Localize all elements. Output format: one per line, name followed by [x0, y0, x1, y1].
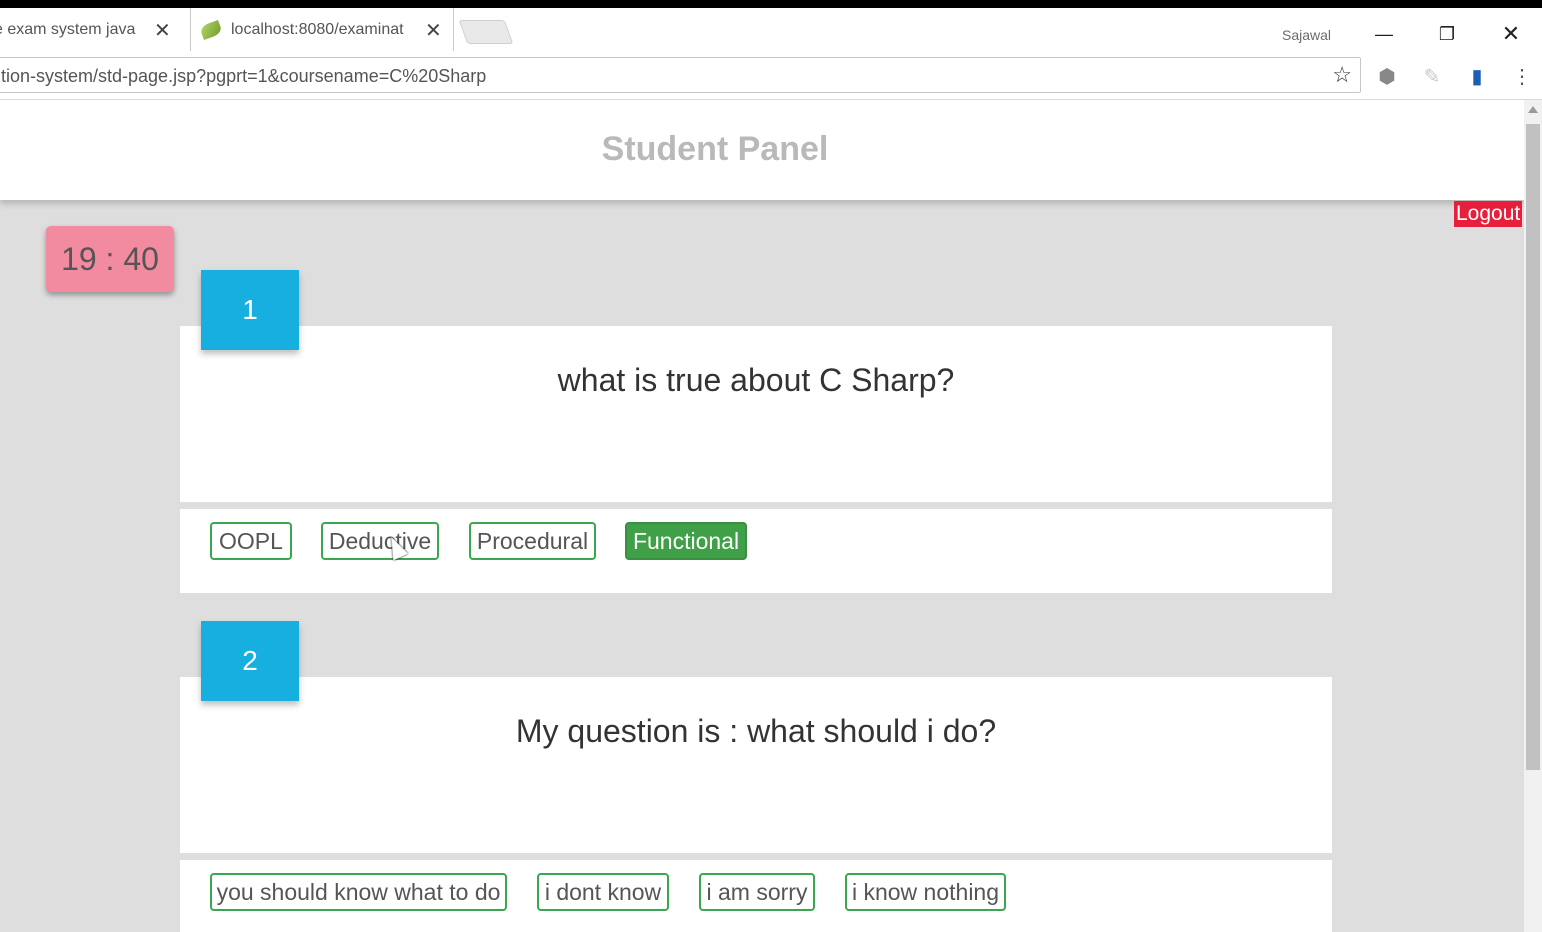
browser-tab-1[interactable]: e exam system java ✕: [0, 8, 180, 51]
scroll-thumb[interactable]: [1526, 124, 1540, 770]
option-button-selected[interactable]: Functional: [625, 522, 747, 560]
question-card: My question is : what should i do?: [180, 677, 1332, 853]
restore-button[interactable]: ❐: [1427, 18, 1467, 50]
option-button[interactable]: Deductive: [321, 522, 439, 560]
option-button[interactable]: you should know what to do: [210, 873, 507, 911]
page-scrollbar[interactable]: [1524, 100, 1542, 932]
options-row: OOPL Deductive Procedural Functional: [180, 509, 1332, 593]
question-card: what is true about C Sharp?: [180, 326, 1332, 502]
close-window-button[interactable]: ✕: [1491, 18, 1531, 50]
option-button[interactable]: i know nothing: [845, 873, 1006, 911]
url-text[interactable]: tion-system/std-page.jsp?pgprt=1&coursen…: [1, 66, 486, 87]
tab-label: e exam system java: [0, 20, 136, 38]
options-row: you should know what to do i dont know i…: [180, 860, 1332, 932]
extension-bookmark-icon[interactable]: ▮: [1464, 63, 1490, 89]
question-number-badge: 1: [201, 270, 299, 350]
profile-name[interactable]: Sajawal: [1282, 27, 1331, 43]
student-page: Student Panel Logout 19 : 40 what is tru…: [0, 100, 1524, 932]
tab-close-icon[interactable]: ✕: [425, 18, 442, 43]
extension-chat-icon[interactable]: ✎: [1419, 63, 1445, 89]
logout-button[interactable]: Logout: [1454, 201, 1523, 227]
question-text: what is true about C Sharp?: [557, 362, 955, 398]
option-button[interactable]: i am sorry: [699, 873, 815, 911]
option-button[interactable]: OOPL: [210, 522, 292, 560]
browser-tab-strip: e exam system java ✕ localhost:8080/exam…: [0, 8, 1542, 53]
minimize-button[interactable]: —: [1364, 18, 1404, 50]
extension-shield-icon[interactable]: ⬢: [1374, 63, 1400, 89]
url-field[interactable]: tion-system/std-page.jsp?pgprt=1&coursen…: [0, 57, 1361, 93]
question-text: My question is : what should i do?: [515, 713, 997, 749]
tab-label: localhost:8080/examinat: [231, 20, 404, 38]
new-tab-button[interactable]: [458, 20, 514, 44]
menu-kebab-icon[interactable]: ⋮: [1509, 63, 1535, 89]
favicon-leaf-icon: [199, 19, 223, 40]
scroll-up-arrow-icon[interactable]: [1528, 106, 1538, 113]
option-button[interactable]: Procedural: [469, 522, 596, 560]
page-title: Student Panel: [601, 130, 829, 168]
question-number-badge: 2: [201, 621, 299, 701]
window-top-border: [0, 0, 1542, 8]
bookmark-star-icon[interactable]: ☆: [1332, 62, 1352, 88]
browser-tab-2[interactable]: localhost:8080/examinat ✕: [190, 8, 454, 51]
page-header: Student Panel: [0, 100, 1524, 200]
tab-close-icon[interactable]: ✕: [154, 18, 171, 43]
option-button[interactable]: i dont know: [537, 873, 669, 911]
address-bar: tion-system/std-page.jsp?pgprt=1&coursen…: [0, 53, 1542, 100]
countdown-timer: 19 : 40: [46, 226, 174, 292]
